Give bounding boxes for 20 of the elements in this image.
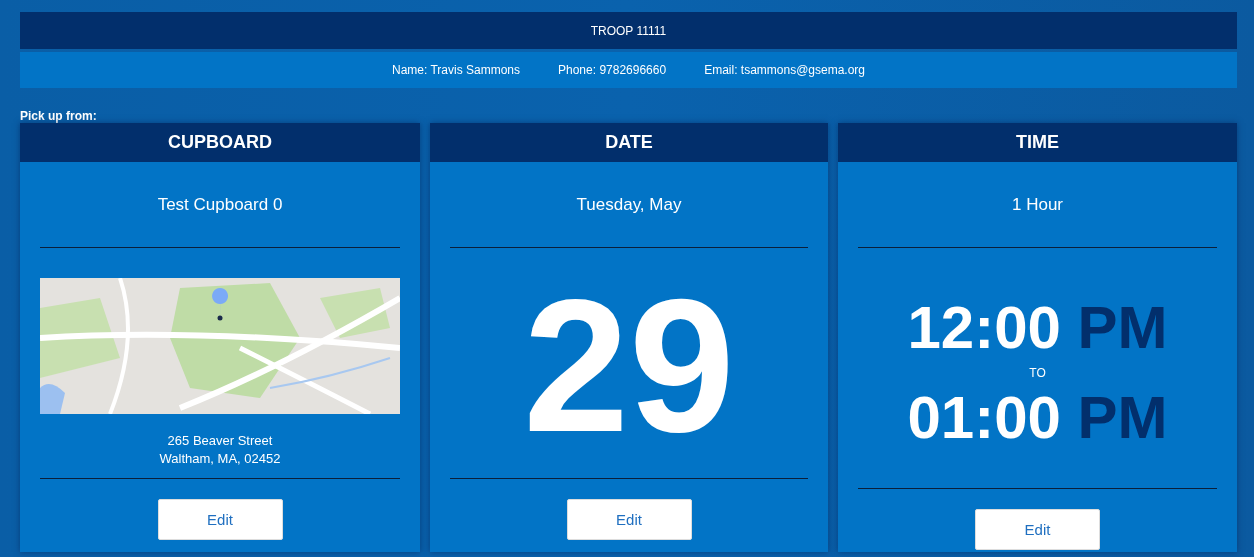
contact-info: Phone: 9782696660 <box>558 63 667 77</box>
card-title: CUPBOARD <box>168 132 272 153</box>
edit-button[interactable]: Edit <box>975 509 1100 550</box>
start-time: 12:00 PM <box>907 296 1168 360</box>
card-subtitle: Tuesday, May <box>576 194 682 215</box>
contact-info: Name: Travis Sammons <box>391 63 520 77</box>
card-subtitle: Test Cupboard 0 <box>157 194 283 215</box>
card-title: TIME <box>1016 132 1059 153</box>
pickup-label: Pick up from: <box>20 109 98 123</box>
end-time: 01:00 PM <box>907 386 1168 450</box>
edit-button[interactable]: Edit <box>566 499 692 540</box>
address-line: 265 Beaver Street <box>167 432 273 450</box>
day-number: 29 <box>523 270 735 460</box>
troop-title: TROOP 11111 <box>590 23 667 38</box>
contact-info: Email: tsammons@gsema.org <box>704 63 866 77</box>
to-label: TO <box>1029 366 1046 380</box>
card-title: DATE <box>605 132 653 153</box>
edit-button[interactable]: Edit <box>157 499 283 540</box>
address-line: Waltham, MA, 02452 <box>159 450 281 468</box>
card-subtitle: 1 Hour <box>1012 194 1063 215</box>
